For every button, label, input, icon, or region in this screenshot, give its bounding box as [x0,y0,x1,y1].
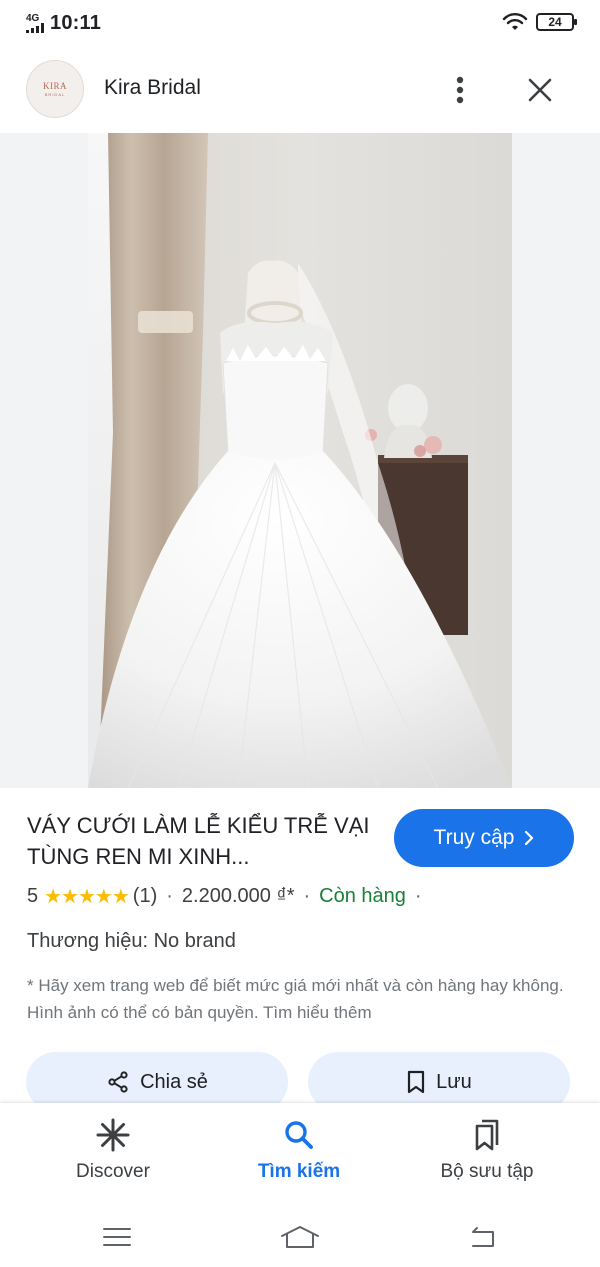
search-icon [285,1121,313,1149]
close-icon [528,78,552,102]
nav-search-label: Tìm kiếm [257,1161,341,1182]
share-label: Chia sẻ [140,1070,208,1093]
recent-apps-button[interactable] [95,1217,139,1257]
logo-text: KIRA [43,81,67,91]
rating-count[interactable]: (1) [133,885,157,908]
back-icon [472,1227,494,1247]
bookmark-icon [408,1070,425,1094]
chevron-right-icon [525,830,534,846]
product-title[interactable]: VÁY CƯỚI LÀM LỄ KIỂU TRỄ VẠI TÙNG REN MI… [27,810,377,872]
home-button[interactable] [278,1217,322,1257]
signal-icon [26,22,44,33]
wedding-dress-photo [88,133,512,788]
separator: · [166,885,173,907]
product-meta: 5 ★★★★★ (1) · 2.200.000 ₫* · Còn hàng · [27,884,431,909]
bottom-navigation: Discover Tìm kiếm Bộ sưu tập [0,1103,600,1207]
nav-collections[interactable]: Bộ sưu tập [387,1103,587,1207]
price: 2.200.000 ₫* [181,885,295,907]
nav-discover-label: Discover [76,1161,150,1182]
collections-icon [475,1119,499,1151]
price-disclaimer: * Hãy xem trang web để biết mức giá mới … [27,976,564,1022]
signal-indicator: 4G [26,12,44,33]
rating-value: 5 [27,885,39,907]
stock-status: Còn hàng [319,885,406,907]
site-name: Kira Bridal [104,76,201,99]
clock: 10:11 [50,11,102,34]
home-icon [281,1226,319,1248]
menu-lines-icon [103,1228,131,1246]
nav-collections-label: Bộ sưu tập [440,1161,534,1182]
star-rating-icon: ★★★★★ [44,886,130,908]
battery-indicator: 24 [536,13,577,31]
nav-discover[interactable]: Discover [13,1103,213,1207]
system-navigation-bar [0,1207,600,1267]
battery-level: 24 [548,15,562,29]
logo-subtext: BRIDAL [44,92,66,97]
app-header: KIRA BRIDAL Kira Bridal [0,50,600,130]
share-icon [108,1071,128,1093]
product-image[interactable] [88,133,512,788]
visit-site-button[interactable]: Truy cập [394,809,574,867]
separator: · [414,885,422,907]
nav-search[interactable]: Tìm kiếm [199,1103,399,1207]
save-label: Lưu [436,1070,472,1093]
brand-info: Thương hiệu: No brand [27,930,236,952]
network-type: 4G [26,12,40,24]
asterisk-icon [96,1118,130,1152]
close-button[interactable] [520,70,560,110]
more-vert-icon [456,76,464,104]
wifi-icon [502,13,528,30]
more-options-button[interactable] [446,70,474,110]
separator: · [303,885,311,907]
visit-label: Truy cập [433,826,515,849]
status-bar: 4G 10:11 24 [0,0,600,46]
back-button[interactable] [460,1217,504,1257]
site-logo: KIRA BRIDAL [26,60,84,118]
